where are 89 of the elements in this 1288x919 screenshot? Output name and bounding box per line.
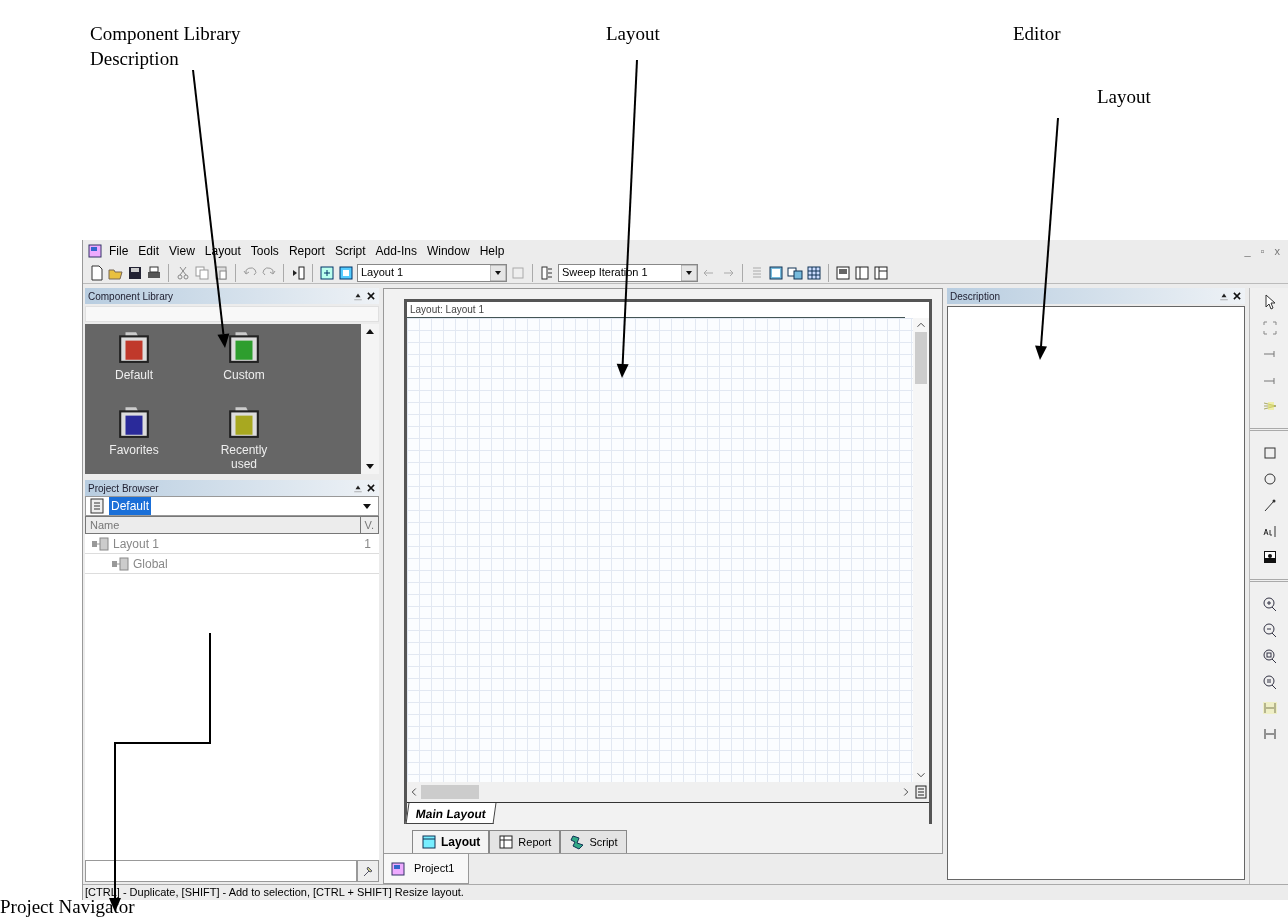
folder-label[interactable]: Default: [115, 368, 153, 383]
folder-label[interactable]: Recently used: [209, 443, 279, 472]
folder-icon[interactable]: [227, 330, 261, 364]
folder-icon[interactable]: [117, 330, 151, 364]
close-icon[interactable]: [366, 483, 376, 493]
view-tab[interactable]: Layout: [412, 830, 490, 853]
view-tab[interactable]: Script: [560, 830, 627, 853]
list-icon: [89, 498, 105, 514]
annotation-label: Component Library: [90, 22, 241, 46]
menu-item[interactable]: Window: [422, 242, 474, 260]
folder-label[interactable]: Custom: [223, 368, 265, 383]
frame-icon[interactable]: [768, 264, 784, 281]
report-icon: [498, 834, 515, 850]
scroll-icon: [569, 834, 586, 850]
version-cell-text: 1: [363, 535, 372, 553]
scissors-icon[interactable]: [175, 264, 191, 281]
scroll-thumb[interactable]: [915, 332, 927, 384]
document-tab[interactable]: Project1: [383, 854, 470, 884]
minimize-button[interactable]: _: [1240, 242, 1255, 260]
vertical-scrollbar[interactable]: [913, 318, 929, 782]
pointer-icon[interactable]: [1262, 294, 1278, 310]
close-icon[interactable]: [366, 291, 376, 301]
project-dropdown[interactable]: Default: [85, 496, 379, 516]
menu-item[interactable]: File: [105, 242, 133, 260]
annotation-label: Layout: [606, 22, 660, 46]
view-tab[interactable]: Report: [489, 830, 561, 853]
fit-width-icon[interactable]: [1262, 726, 1278, 742]
pin-icon[interactable]: [353, 291, 363, 301]
pin-icon[interactable]: [1219, 291, 1229, 301]
sheet-tab[interactable]: Main Layout: [405, 803, 497, 824]
dropdown-arrow-icon[interactable]: [681, 264, 697, 281]
annotation-label: Editor: [1013, 22, 1061, 46]
menu-item[interactable]: Help: [475, 242, 509, 260]
annotation-label: Layout: [1097, 85, 1151, 109]
frame-icon[interactable]: [338, 264, 354, 281]
panel-title: Description: [950, 289, 1001, 304]
sheet-list-icon[interactable]: [913, 784, 929, 800]
text-tool-icon[interactable]: [1262, 523, 1278, 539]
pin-button[interactable]: [357, 860, 379, 882]
tree-item[interactable]: Layout 1: [109, 534, 357, 553]
printer-icon[interactable]: [146, 264, 162, 281]
tree-node-icon[interactable]: [91, 535, 109, 552]
grid-icon[interactable]: [806, 264, 822, 281]
menu-item[interactable]: Edit: [134, 242, 164, 260]
panel-title: Project Browser: [88, 481, 159, 496]
rectangle-icon[interactable]: [1262, 445, 1278, 461]
image-icon[interactable]: [1262, 549, 1278, 565]
document-icon: [390, 860, 406, 877]
close-icon[interactable]: [1232, 291, 1242, 301]
zoom-out-icon[interactable]: [1262, 622, 1278, 638]
app-icon: [87, 243, 103, 259]
search-field[interactable]: [85, 306, 379, 322]
zoom-in-icon[interactable]: [1262, 596, 1278, 612]
sweep-icon[interactable]: [539, 264, 555, 281]
zoom-fit-icon[interactable]: [1262, 648, 1278, 664]
pin-icon[interactable]: [353, 483, 363, 493]
menu-item[interactable]: Add-Ins: [371, 242, 421, 260]
annotation-label: Description: [90, 47, 179, 71]
close-button[interactable]: x: [1270, 242, 1284, 260]
menu-item[interactable]: Tools: [246, 242, 283, 260]
split-panel-icon[interactable]: [854, 264, 870, 281]
circle-icon[interactable]: [1262, 471, 1278, 487]
menu-item[interactable]: View: [165, 242, 199, 260]
horizontal-scrollbar[interactable]: [407, 782, 929, 802]
input-field[interactable]: [85, 860, 357, 882]
tree-node-icon[interactable]: [111, 555, 129, 572]
frames-icon[interactable]: [787, 264, 803, 281]
line-icon[interactable]: [1262, 497, 1278, 513]
folder-icon[interactable]: [117, 405, 151, 439]
menu-item[interactable]: Script: [330, 242, 370, 260]
run-icon[interactable]: [290, 264, 306, 281]
panel-layout-icon[interactable]: [873, 264, 889, 281]
panel-title: Component Library: [88, 289, 174, 304]
add-frame-icon[interactable]: [319, 264, 335, 281]
dropdown-arrow-icon[interactable]: [490, 264, 506, 281]
save-icon[interactable]: [127, 264, 143, 281]
new-icon[interactable]: [89, 264, 105, 281]
restore-button[interactable]: ▫: [1256, 242, 1269, 260]
panel-icon[interactable]: [835, 264, 851, 281]
clipboard-icon[interactable]: [213, 264, 229, 281]
folder-icon[interactable]: [227, 405, 261, 439]
window-icon: [421, 834, 437, 850]
menu-item[interactable]: Report: [284, 242, 329, 260]
zoom-reset-icon[interactable]: [1262, 674, 1278, 690]
scroll-thumb[interactable]: [421, 785, 479, 799]
folder-label[interactable]: Favorites: [109, 443, 159, 458]
column-header[interactable]: V.: [359, 517, 378, 533]
column-header[interactable]: Name: [86, 517, 360, 533]
layout-dropdown[interactable]: Layout 1: [357, 263, 507, 282]
